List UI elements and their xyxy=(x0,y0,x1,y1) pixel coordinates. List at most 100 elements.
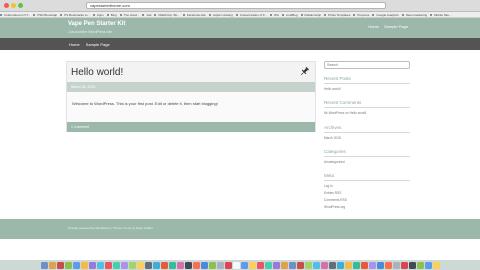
minimize-window-icon[interactable] xyxy=(11,3,16,8)
dock-app-icon[interactable] xyxy=(352,262,360,269)
widget-link[interactable]: Log in xyxy=(324,184,410,188)
widget-link[interactable]: Uncategorized xyxy=(324,160,410,164)
bookmark-item[interactable]: PS Bookmarks to... xyxy=(60,12,93,17)
dock-app-icon[interactable] xyxy=(64,262,72,269)
dock-app-icon[interactable] xyxy=(360,262,368,269)
dock-app-icon[interactable] xyxy=(80,262,88,269)
widget-title: Archives xyxy=(324,125,410,133)
dock xyxy=(8,262,472,270)
browser-toolbar: vapestartertheme.com xyxy=(0,0,480,12)
widget-link[interactable]: Hello world! xyxy=(324,87,410,91)
dock-app-icon[interactable] xyxy=(96,262,104,269)
dock-app-icon[interactable] xyxy=(120,262,128,269)
dock-app-icon[interactable] xyxy=(88,262,96,269)
dock-app-icon[interactable] xyxy=(408,262,416,269)
post: Hello world! March 26, 2015 Welcome to W… xyxy=(66,61,316,132)
dock-app-icon[interactable] xyxy=(384,262,392,269)
dock-app-icon[interactable] xyxy=(200,262,208,269)
dock-app-icon[interactable] xyxy=(72,262,80,269)
dock-app-icon[interactable] xyxy=(256,262,264,269)
bookmark-item[interactable]: Bing xyxy=(106,12,120,17)
bookmark-item[interactable]: Mobile Site... xyxy=(430,12,454,17)
bookmark-item[interactable]: Jupiter Hosting xyxy=(208,12,236,17)
bookmark-item[interactable]: Customization of F... xyxy=(235,12,270,17)
dock-app-icon[interactable] xyxy=(368,262,376,269)
post-meta: March 26, 2015 xyxy=(67,82,315,92)
dock-app-icon[interactable] xyxy=(264,262,272,269)
header-nav: Home Sample Page xyxy=(368,24,408,29)
dock-app-icon[interactable] xyxy=(240,262,248,269)
bookmark-item[interactable]: Ask xyxy=(142,12,154,17)
dock-app-icon[interactable] xyxy=(328,262,336,269)
search-input[interactable] xyxy=(324,61,410,69)
bookmark-item[interactable]: Facebook Ads xyxy=(182,12,209,17)
dock-app-icon[interactable] xyxy=(104,262,112,269)
post-comments-link[interactable]: 1 Comment xyxy=(71,125,89,129)
bookmark-item[interactable]: Photo Templates xyxy=(324,12,353,17)
dock-app-icon[interactable] xyxy=(336,262,344,269)
dock-app-icon[interactable] xyxy=(296,262,304,269)
footer-credits: Proudly powered by WordPress | Theme: Fr… xyxy=(68,225,153,230)
dock-app-icon[interactable] xyxy=(48,262,56,269)
address-bar[interactable]: vapestartertheme.com xyxy=(86,2,386,9)
widget-link[interactable]: WordPress.org xyxy=(324,205,410,209)
dock-app-icon[interactable] xyxy=(344,262,352,269)
dock-app-icon[interactable] xyxy=(232,262,240,269)
dock-app-icon[interactable] xyxy=(312,262,320,269)
dock-app-icon[interactable] xyxy=(144,262,152,269)
close-window-icon[interactable] xyxy=(4,3,9,8)
dock-app-icon[interactable] xyxy=(272,262,280,269)
dock-app-icon[interactable] xyxy=(216,262,224,269)
site-header: Vape Pen Starter Kit Just another WordPr… xyxy=(0,18,480,38)
dock-app-icon[interactable] xyxy=(392,262,400,269)
header-nav-home[interactable]: Home xyxy=(368,24,379,29)
dock-app-icon[interactable] xyxy=(400,262,408,269)
bookmark-item[interactable]: PSD Bootstrap xyxy=(33,12,60,17)
dock-app-icon[interactable] xyxy=(56,262,64,269)
maximize-window-icon[interactable] xyxy=(18,3,23,8)
site-footer: Proudly powered by WordPress | Theme: Fr… xyxy=(0,219,480,239)
dock-app-icon[interactable] xyxy=(152,262,160,269)
bookmark-item[interactable]: Neuromarketing xyxy=(401,12,430,17)
dock-app-icon[interactable] xyxy=(416,262,424,269)
dock-app-icon[interactable] xyxy=(288,262,296,269)
dock-app-icon[interactable] xyxy=(160,262,168,269)
dock-app-icon[interactable] xyxy=(376,262,384,269)
bookmark-item[interactable]: LiveBlog xyxy=(282,12,301,17)
dock-app-icon[interactable] xyxy=(280,262,288,269)
widget-link[interactable]: Entries RSS xyxy=(324,191,410,195)
dock-app-icon[interactable] xyxy=(112,262,120,269)
dock-app-icon[interactable] xyxy=(304,262,312,269)
dock-app-icon[interactable] xyxy=(432,262,440,269)
dock-app-icon[interactable] xyxy=(168,262,176,269)
bookmark-item[interactable]: Wix xyxy=(270,12,282,17)
dock-app-icon[interactable] xyxy=(424,262,432,269)
dock-app-icon[interactable] xyxy=(320,262,328,269)
dock-app-icon[interactable] xyxy=(128,262,136,269)
post-date[interactable]: March 26, 2015 xyxy=(71,85,95,89)
bookmark-item[interactable]: Mailchimp: Bo... xyxy=(154,12,182,17)
main-nav-home[interactable]: Home xyxy=(69,42,80,47)
post-title[interactable]: Hello world! xyxy=(71,67,123,78)
header-nav-sample-page[interactable]: Sample Page xyxy=(384,24,408,29)
dock-app-icon[interactable] xyxy=(224,262,232,269)
bookmark-item[interactable]: Prepress xyxy=(353,12,372,17)
bookmark-item[interactable]: Apps xyxy=(92,12,107,17)
dock-app-icon[interactable] xyxy=(248,262,256,269)
main-nav: Home Sample Page xyxy=(0,38,480,50)
dock-app-icon[interactable] xyxy=(208,262,216,269)
widget-link[interactable]: March 2015 xyxy=(324,136,410,140)
bookmark-item[interactable]: Google Analytics xyxy=(372,12,401,17)
dock-app-icon[interactable] xyxy=(136,262,144,269)
dock-app-icon[interactable] xyxy=(40,262,48,269)
bookmark-item[interactable]: Unbounded on FT... xyxy=(0,12,33,17)
widget-link[interactable]: Comments RSS xyxy=(324,198,410,202)
bookmark-item[interactable]: Relationship xyxy=(300,12,325,17)
site-title[interactable]: Vape Pen Starter Kit xyxy=(68,21,125,27)
bookmark-item[interactable]: The cloud... xyxy=(119,12,143,17)
dock-app-icon[interactable] xyxy=(184,262,192,269)
main-nav-sample-page[interactable]: Sample Page xyxy=(86,42,110,47)
dock-app-icon[interactable] xyxy=(192,262,200,269)
dock-app-icon[interactable] xyxy=(176,262,184,269)
widget-link[interactable]: Mr WordPress on Hello world! xyxy=(324,111,410,115)
